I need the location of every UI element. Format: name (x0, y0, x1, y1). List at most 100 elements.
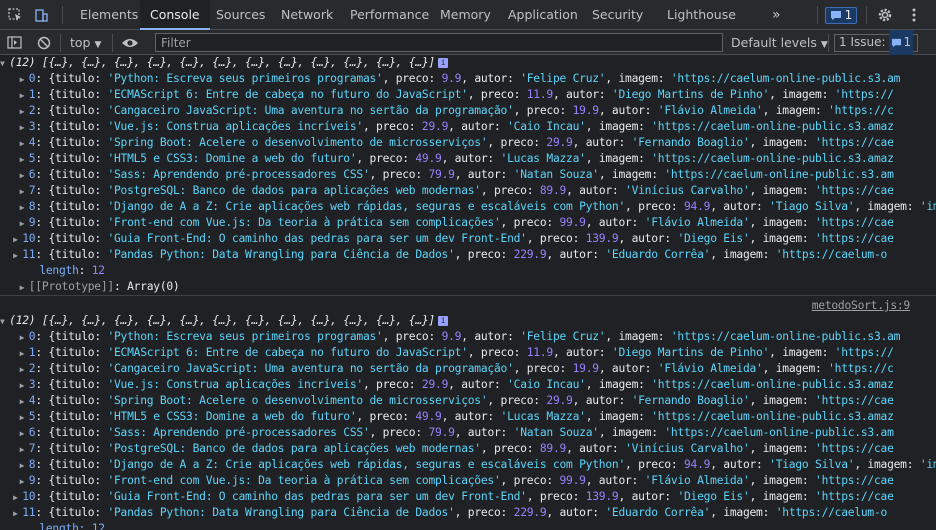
array-item-row[interactable]: ▶ 1: {titulo: 'ECMAScript 6: Entre de ca… (0, 87, 936, 103)
item-autor: 'Vinícius Carvalho' (625, 184, 750, 197)
chevron-down-icon: ▼ (820, 40, 828, 50)
expand-arrow-icon: ▶ (19, 91, 29, 100)
item-imagem: 'https://c (828, 104, 894, 117)
item-titulo: 'PostgreSQL: Banco de dados para aplicaç… (107, 442, 481, 455)
item-titulo: 'HTML5 e CSS3: Domine a web do futuro' (107, 410, 357, 423)
expand-arrow-icon: ▶ (13, 493, 23, 502)
expand-arrow-icon: ▶ (19, 155, 29, 164)
info-icon[interactable]: i (437, 58, 448, 68)
array-item-row[interactable]: ▶ 6: {titulo: 'Sass: Aprendendo pré-proc… (0, 167, 936, 183)
item-imagem: 'https://cae (815, 232, 894, 245)
array-header-row[interactable]: ▼ (12) [{…}, {…}, {…}, {…}, {…}, {…}, {…… (0, 55, 936, 71)
array-item-row[interactable]: ▶ 4: {titulo: 'Spring Boot: Acelere o de… (0, 135, 936, 151)
tab-security[interactable]: Security (582, 0, 653, 30)
array-item-row[interactable]: ▶ 11: {titulo: 'Pandas Python: Data Wran… (0, 505, 936, 521)
array-item-row[interactable]: ▶ 2: {titulo: 'Cangaceiro JavaScript: Um… (0, 103, 936, 119)
info-icon[interactable]: i (437, 316, 448, 326)
array-item-row[interactable]: ▶ 0: {titulo: 'Python: Escreva seus prim… (0, 71, 936, 87)
expand-arrow-icon: ▶ (19, 349, 29, 358)
array-item-row[interactable]: ▶ 1: {titulo: 'ECMAScript 6: Entre de ca… (0, 345, 936, 361)
inspect-element-icon[interactable] (4, 0, 26, 30)
item-preco: 19.9 (572, 362, 599, 375)
tab-console[interactable]: Console (140, 0, 210, 30)
expand-arrow-icon: ▶ (19, 461, 29, 470)
message-icon (830, 10, 841, 20)
array-item-row[interactable]: ▶ 3: {titulo: 'Vue.js: Construa aplicaçõ… (0, 377, 936, 393)
array-item-row[interactable]: ▶ 6: {titulo: 'Sass: Aprendendo pré-proc… (0, 425, 936, 441)
array-item-row[interactable]: ▶ 11: {titulo: 'Pandas Python: Data Wran… (0, 247, 936, 263)
item-autor: 'Lucas Mazza' (500, 152, 586, 165)
tab-lighthouse[interactable]: Lighthouse (657, 0, 746, 30)
tab-performance[interactable]: Performance (340, 0, 439, 30)
tab-memory[interactable]: Memory (430, 0, 501, 30)
prototype-value: Array(0) (127, 280, 180, 293)
filter-input[interactable] (155, 33, 723, 52)
length-row: length: 12 (0, 521, 936, 530)
item-titulo: 'Front-end com Vue.js: Da teoria à práti… (107, 474, 501, 487)
array-item-row[interactable]: ▶ 0: {titulo: 'Python: Escreva seus prim… (0, 329, 936, 345)
item-autor: 'Tiago Silva' (769, 200, 855, 213)
expand-arrow-icon: ▶ (13, 235, 23, 244)
item-preco: 229.9 (513, 506, 547, 519)
expand-arrow-icon: ▶ (19, 381, 29, 390)
expand-arrow-icon: ▶ (19, 171, 29, 180)
item-autor: 'Natan Souza' (513, 168, 599, 181)
item-titulo: 'ECMAScript 6: Entre de cabeça no futuro… (107, 88, 468, 101)
gear-icon[interactable] (874, 0, 896, 30)
length-row-text: length: 12 (39, 522, 105, 530)
issues-button[interactable]: 1 (824, 0, 858, 30)
default-levels-dropdown[interactable]: Default levels ▼ (731, 30, 828, 55)
item-preco: 89.9 (539, 442, 567, 455)
item-preco: 79.9 (428, 426, 455, 439)
source-link[interactable]: metodoSort.js:9 (812, 298, 911, 314)
array-item-row[interactable]: ▶ 8: {titulo: 'Django de A a Z: Crie apl… (0, 457, 936, 473)
device-toolbar-icon[interactable] (30, 0, 52, 30)
item-titulo: 'PostgreSQL: Banco de dados para aplicaç… (107, 184, 481, 197)
item-preco: 94.9 (683, 458, 711, 471)
kebab-menu-icon[interactable] (904, 0, 924, 30)
length-value: 12 (91, 264, 105, 277)
array-item-row[interactable]: ▶ 9: {titulo: 'Front-end com Vue.js: Da … (0, 473, 936, 489)
sidebar-toggle-icon[interactable] (4, 30, 24, 55)
item-autor: 'Vinícius Carvalho' (625, 442, 750, 455)
item-autor: 'Flávio Almeida' (657, 362, 763, 375)
item-autor: 'Eduardo Corrêa' (605, 248, 711, 261)
eye-icon[interactable] (118, 30, 142, 55)
item-titulo: 'Django de A a Z: Crie aplicações web rá… (107, 458, 625, 471)
tab-sources[interactable]: Sources (206, 0, 275, 30)
context-selector[interactable]: top ▼ (70, 30, 101, 55)
expand-toggle-icon: ▼ (0, 59, 10, 68)
item-preco: 99.9 (559, 474, 586, 487)
tab-application[interactable]: Application (498, 0, 588, 30)
array-item-row[interactable]: ▶ 9: {titulo: 'Front-end com Vue.js: Da … (0, 215, 936, 231)
more-tabs-button[interactable]: » (762, 0, 791, 30)
issue-count: 1 (903, 35, 912, 49)
item-preco: 9.9 (441, 72, 462, 85)
item-titulo: 'Cangaceiro JavaScript: Uma aventura no … (107, 104, 514, 117)
array-header-row[interactable]: ▼ (12) [{…}, {…}, {…}, {…}, {…}, {…}, {…… (0, 313, 936, 329)
tab-network[interactable]: Network (271, 0, 343, 30)
tab-elements[interactable]: Elements (70, 0, 148, 30)
clear-console-icon[interactable] (34, 30, 54, 55)
expand-arrow-icon: ▶ (13, 509, 23, 518)
array-item-row[interactable]: ▶ 5: {titulo: 'HTML5 e CSS3: Domine a we… (0, 409, 936, 425)
item-autor: 'Felipe Cruz' (520, 72, 606, 85)
array-item-row[interactable]: ▶ 7: {titulo: 'PostgreSQL: Banco de dado… (0, 183, 936, 199)
array-item-row[interactable]: ▶ 4: {titulo: 'Spring Boot: Acelere o de… (0, 393, 936, 409)
array-item-row[interactable]: ▶ 5: {titulo: 'HTML5 e CSS3: Domine a we… (0, 151, 936, 167)
array-item-row[interactable]: ▶ 2: {titulo: 'Cangaceiro JavaScript: Um… (0, 361, 936, 377)
prototype-row[interactable]: ▶ [[Prototype]]: Array(0) (0, 279, 936, 295)
array-item-row[interactable]: ▶ 7: {titulo: 'PostgreSQL: Banco de dado… (0, 441, 936, 457)
expand-arrow-icon: ▶ (19, 397, 29, 406)
issues-link[interactable]: 1 Issue: 1 (834, 30, 919, 55)
length-key: length (39, 264, 79, 277)
issues-count: 1 (844, 8, 853, 22)
array-item-row[interactable]: ▶ 10: {titulo: 'Guia Front-End: O caminh… (0, 489, 936, 505)
array-item-row[interactable]: ▶ 10: {titulo: 'Guia Front-End: O caminh… (0, 231, 936, 247)
item-titulo: 'Python: Escreva seus primeiros programa… (107, 330, 383, 343)
item-preco: 29.9 (546, 136, 573, 149)
array-item-row[interactable]: ▶ 8: {titulo: 'Django de A a Z: Crie apl… (0, 199, 936, 215)
array-item-row[interactable]: ▶ 3: {titulo: 'Vue.js: Construa aplicaçõ… (0, 119, 936, 135)
expand-arrow-icon: ▶ (13, 251, 23, 260)
item-imagem: 'https://cae (815, 184, 894, 197)
